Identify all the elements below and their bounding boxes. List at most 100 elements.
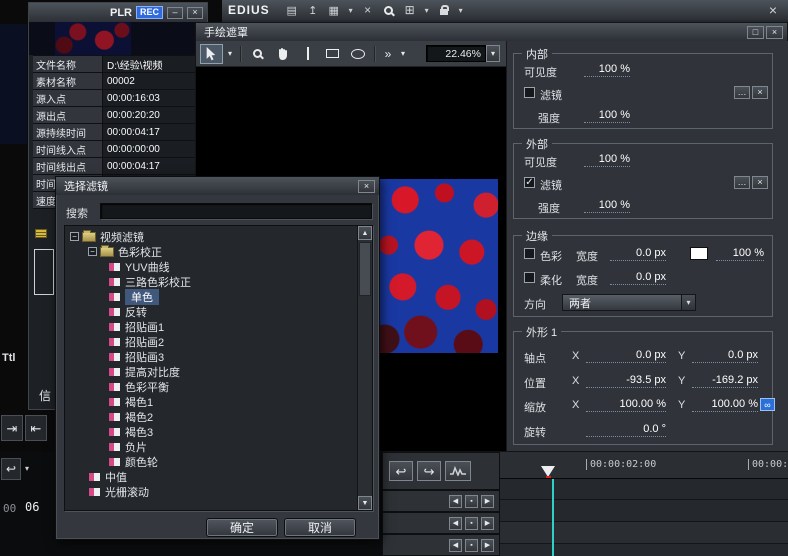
scale-y-value[interactable]: 100.00 % — [692, 398, 758, 412]
tree-folder[interactable]: −视频滤镜 — [68, 229, 356, 244]
tree-item[interactable]: 颜色轮 — [68, 454, 356, 469]
link-scale-icon[interactable]: ∞ — [760, 398, 775, 411]
import-icon[interactable]: ↥ — [304, 3, 322, 18]
more-tools-button[interactable]: » — [380, 44, 396, 64]
chevron-down-icon[interactable]: ▾ — [456, 3, 466, 18]
direction-dropdown[interactable]: 两者 ▾ — [562, 294, 696, 311]
waveform-button[interactable] — [445, 461, 471, 481]
scrollbar-thumb[interactable] — [359, 242, 371, 296]
outer-filter-checkbox[interactable]: ✓ — [524, 177, 535, 188]
redo-button[interactable]: ↪ — [417, 461, 441, 481]
outer-strength-value[interactable]: 100 % — [584, 199, 630, 213]
tree-item[interactable]: 中值 — [68, 469, 356, 484]
anchor-x-value[interactable]: 0.0 px — [586, 349, 666, 363]
collapse-icon[interactable]: − — [70, 232, 79, 241]
info-tab-fragment[interactable]: 信 — [39, 387, 51, 404]
outer-visibility-value[interactable]: 100 % — [584, 153, 630, 167]
tree-item[interactable]: 招贴画1 — [68, 319, 356, 334]
position-y-value[interactable]: -169.2 px — [692, 374, 758, 388]
ellipse-tool-button[interactable] — [346, 44, 369, 64]
scroll-down-button[interactable]: ▼ — [358, 496, 372, 510]
tree-item[interactable]: 褐色2 — [68, 409, 356, 424]
tree-item[interactable]: 招贴画2 — [68, 334, 356, 349]
cancel-button[interactable]: 取消 — [284, 518, 356, 537]
tree-item[interactable]: 负片 — [68, 439, 356, 454]
search-icon[interactable] — [380, 3, 398, 18]
scale-x-value[interactable]: 100.00 % — [586, 398, 666, 412]
zoom-tool-button[interactable] — [246, 44, 269, 64]
tree-item[interactable]: 招贴画3 — [68, 349, 356, 364]
chevron-down-icon[interactable]: ▾ — [422, 3, 432, 18]
tree-scrollbar[interactable]: ▲ ▼ — [357, 226, 372, 510]
close-button[interactable]: × — [766, 26, 783, 39]
edge-color-opacity-value[interactable]: 100 % — [716, 247, 764, 261]
filter-clear-icon[interactable]: × — [752, 176, 768, 189]
select-tool-button[interactable] — [200, 44, 223, 64]
line-tool-button[interactable] — [296, 44, 319, 64]
open-folder-icon[interactable]: ▤ — [283, 3, 301, 18]
track-prev-button[interactable]: ◀ — [449, 539, 462, 552]
zoom-value[interactable]: 22.46% — [426, 45, 486, 62]
extend-in-button[interactable]: ⇥ — [1, 415, 23, 441]
edge-color-swatch[interactable] — [690, 247, 708, 260]
pan-tool-button[interactable] — [271, 44, 294, 64]
chevron-down-icon[interactable]: ▾ — [486, 45, 500, 62]
search-input[interactable] — [100, 203, 372, 219]
track-next-button[interactable]: ▶ — [481, 495, 494, 508]
edge-color-width-value[interactable]: 0.0 px — [610, 247, 666, 261]
player-titlebar[interactable]: PLR REC – × — [29, 3, 207, 22]
close-button[interactable]: × — [358, 180, 375, 193]
ok-button[interactable]: 确定 — [206, 518, 278, 537]
tree-item[interactable]: 褐色3 — [68, 424, 356, 439]
extend-out-button[interactable]: ⇤ — [25, 415, 47, 441]
more-tools-chevron[interactable]: ▾ — [398, 44, 408, 64]
filter-dialog-titlebar[interactable]: 选择滤镜 × — [56, 177, 379, 195]
chevron-down-icon[interactable]: ▾ — [346, 3, 356, 18]
track-next-button[interactable]: ▶ — [481, 539, 494, 552]
tree-item[interactable]: YUV曲线 — [68, 259, 356, 274]
marker-list-icon[interactable] — [35, 229, 47, 238]
minimize-button[interactable]: – — [167, 7, 183, 19]
tree-item[interactable]: 提高对比度 — [68, 364, 356, 379]
track-patch-button[interactable]: ▪ — [465, 517, 478, 530]
tree-item[interactable]: 褐色1 — [68, 394, 356, 409]
close-icon[interactable]: × — [764, 3, 782, 18]
undo-button[interactable]: ↩ — [389, 461, 413, 481]
track-patch-button[interactable]: ▪ — [465, 539, 478, 552]
collapse-icon[interactable]: − — [88, 247, 97, 256]
edge-soften-checkbox[interactable] — [524, 272, 535, 283]
rotation-value[interactable]: 0.0 ° — [586, 423, 666, 437]
tree-item[interactable]: 色彩平衡 — [68, 379, 356, 394]
edge-color-checkbox[interactable] — [524, 248, 535, 259]
close-button[interactable]: × — [187, 7, 203, 19]
filter-clear-icon[interactable]: × — [752, 86, 768, 99]
edge-soften-width-value[interactable]: 0.0 px — [610, 271, 666, 285]
layout-grid-icon[interactable]: ⊞ — [401, 3, 419, 18]
inner-visibility-value[interactable]: 100 % — [584, 63, 630, 77]
tree-item[interactable]: 三路色彩校正 — [68, 274, 356, 289]
inner-strength-value[interactable]: 100 % — [584, 109, 630, 123]
scroll-up-button[interactable]: ▲ — [358, 226, 372, 240]
zoom-level-combo[interactable]: 22.46% ▾ — [426, 45, 500, 62]
mask-titlebar[interactable]: 手绘遮罩 □ × — [196, 23, 787, 41]
track-prev-button[interactable]: ◀ — [449, 517, 462, 530]
tree-item-selected[interactable]: 单色 — [68, 289, 356, 304]
inner-filter-checkbox[interactable] — [524, 87, 535, 98]
position-x-value[interactable]: -93.5 px — [586, 374, 666, 388]
filter-select-icon[interactable]: … — [734, 176, 750, 189]
anchor-y-value[interactable]: 0.0 px — [692, 349, 758, 363]
track-next-button[interactable]: ▶ — [481, 517, 494, 530]
maximize-button[interactable]: □ — [747, 26, 764, 39]
filter-select-icon[interactable]: … — [734, 86, 750, 99]
track-patch-button[interactable]: ▪ — [465, 495, 478, 508]
timeline-ruler[interactable]: 00:00:02:00 00:00:04:00 — [500, 452, 788, 479]
filter-tree[interactable]: −视频滤镜 −色彩校正 YUV曲线 三路色彩校正 单色 反转 招贴画1 招贴画2… — [64, 225, 373, 511]
rectangle-tool-button[interactable] — [321, 44, 344, 64]
tree-folder[interactable]: −色彩校正 — [68, 244, 356, 259]
lock-icon[interactable] — [435, 3, 453, 18]
track-prev-button[interactable]: ◀ — [449, 495, 462, 508]
tree-item[interactable]: 反转 — [68, 304, 356, 319]
capture-icon[interactable]: ▦ — [325, 3, 343, 18]
delete-icon[interactable]: × — [359, 3, 377, 18]
select-tool-chevron[interactable]: ▾ — [225, 44, 235, 64]
